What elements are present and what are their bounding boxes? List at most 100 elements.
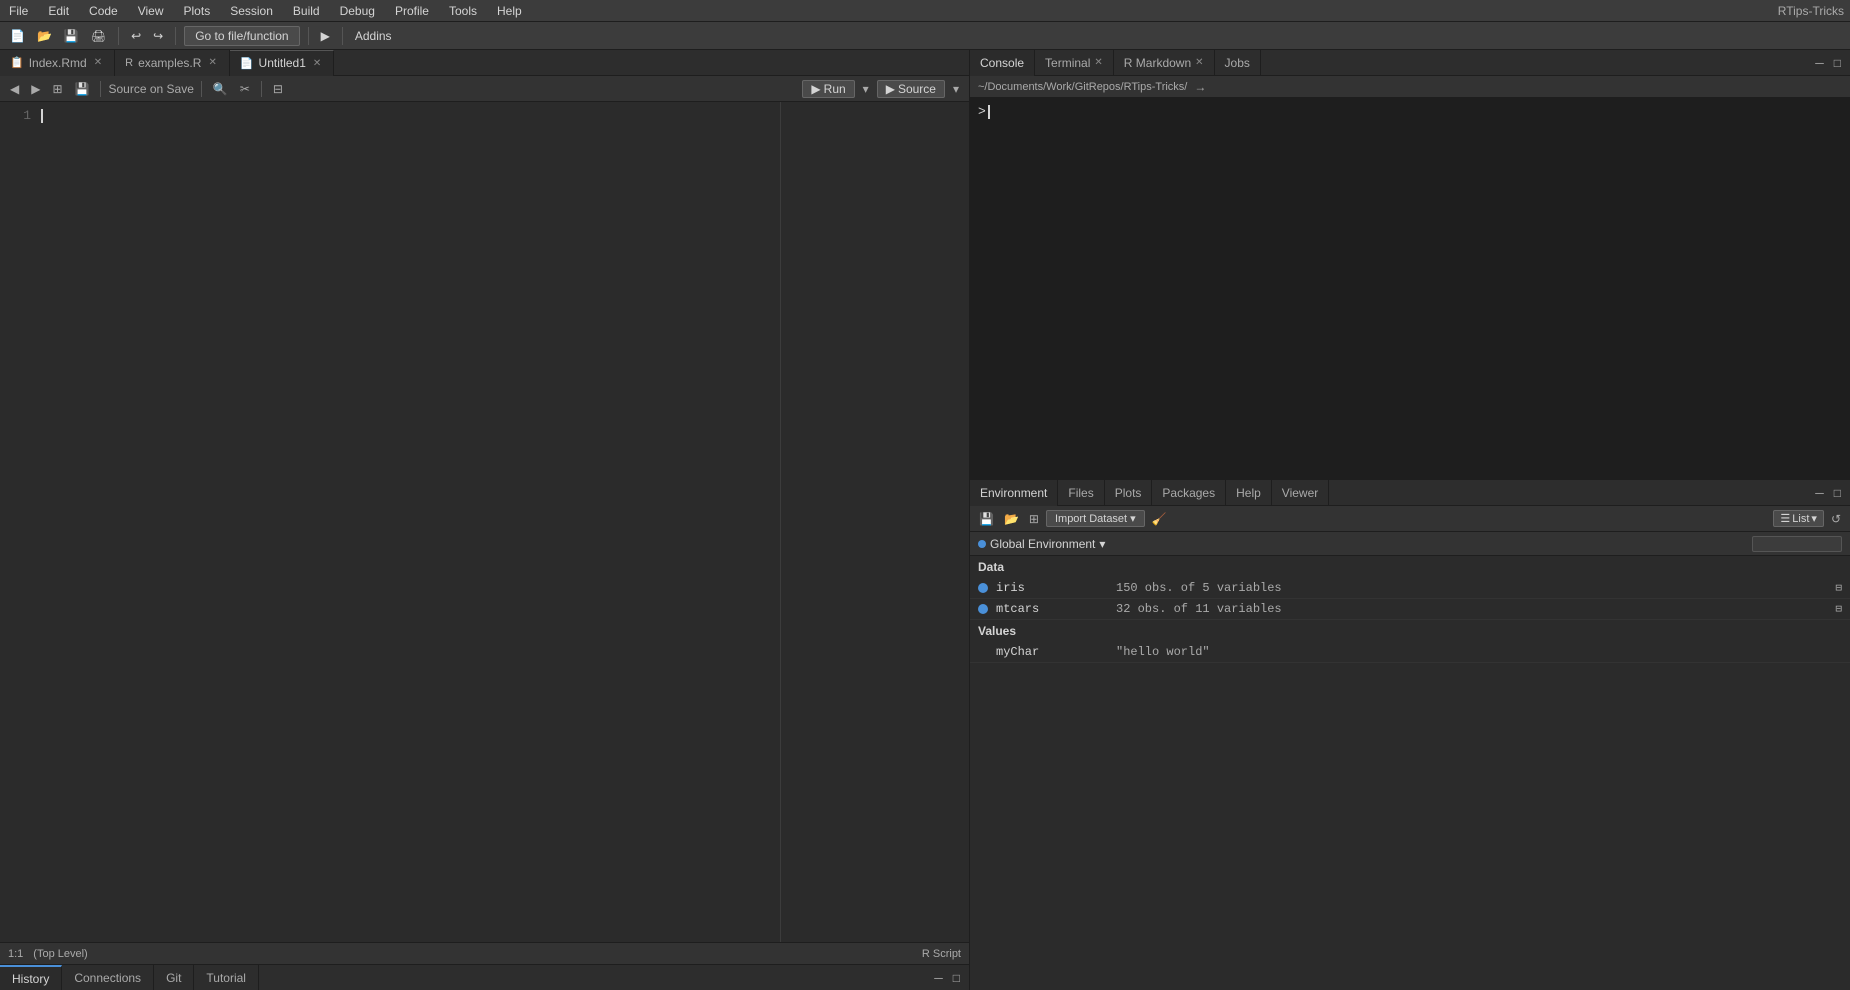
btab-history[interactable]: History <box>0 965 62 990</box>
bottom-tab-bar: History Connections Git Tutorial ─ □ <box>0 964 969 990</box>
env-search-input[interactable] <box>1752 536 1842 552</box>
menu-bar: File Edit Code View Plots Session Build … <box>0 0 1850 22</box>
find-btn[interactable]: 🔍 <box>209 81 232 97</box>
back-btn[interactable]: ◀ <box>6 81 23 97</box>
tab-examples-r[interactable]: R examples.R ✕ <box>115 50 230 76</box>
menu-view[interactable]: View <box>135 4 167 18</box>
menu-edit[interactable]: Edit <box>45 4 72 18</box>
new-file-btn[interactable]: 📄 <box>6 27 29 45</box>
ctab-console[interactable]: Console <box>970 50 1035 76</box>
env-refresh-btn[interactable]: ↺ <box>1828 511 1844 527</box>
btab-connections[interactable]: Connections <box>62 965 154 990</box>
untitled-icon: 📄 <box>240 57 254 70</box>
ctab-rmarkdown-label: R Markdown <box>1124 56 1191 70</box>
source-on-save-label[interactable]: Source on Save <box>108 82 193 96</box>
etab-files[interactable]: Files <box>1058 480 1104 506</box>
menu-build[interactable]: Build <box>290 4 323 18</box>
text-cursor <box>41 109 43 123</box>
env-maximize-btn[interactable]: □ <box>1831 485 1844 501</box>
menu-file[interactable]: File <box>6 4 31 18</box>
run-dropdown-btn[interactable]: ▾ <box>859 81 873 97</box>
main-toolbar: 📄 📂 💾 🖨 ↩ ↪ Go to file/function ▶ Addins <box>0 22 1850 50</box>
ctab-rmarkdown[interactable]: R Markdown ✕ <box>1114 50 1215 76</box>
env-minimize-btn[interactable]: ─ <box>1812 485 1827 501</box>
menu-plots[interactable]: Plots <box>181 4 214 18</box>
menu-profile[interactable]: Profile <box>392 4 432 18</box>
compile-btn[interactable]: ⊟ <box>269 81 287 97</box>
env-content: Data iris 150 obs. of 5 variables ⊟ mtca… <box>970 556 1850 990</box>
etab-viewer[interactable]: Viewer <box>1272 480 1329 506</box>
import-dataset-btn[interactable]: Import Dataset ▾ <box>1046 510 1145 527</box>
ctab-terminal-close[interactable]: ✕ <box>1094 57 1102 68</box>
tab-examples-close[interactable]: ✕ <box>206 57 218 68</box>
addins-btn[interactable]: Addins <box>351 27 396 45</box>
console-path-link[interactable]: → <box>1191 79 1209 95</box>
save-file-btn[interactable]: 💾 <box>71 81 94 97</box>
global-env-dropdown-icon[interactable]: ▾ <box>1099 537 1105 551</box>
menu-session[interactable]: Session <box>227 4 276 18</box>
editor-split-line <box>780 102 781 942</box>
rtips-label: RTips-Tricks <box>1778 4 1844 18</box>
console-path: ~/Documents/Work/GitRepos/RTips-Tricks/ <box>978 81 1187 93</box>
source-dropdown-btn[interactable]: ▾ <box>949 81 963 97</box>
console-content[interactable]: > <box>970 98 1850 479</box>
save-btn[interactable]: 💾 <box>60 27 83 45</box>
btab-git[interactable]: Git <box>154 965 194 990</box>
env-row-mtcars[interactable]: mtcars 32 obs. of 11 variables ⊟ <box>970 599 1850 620</box>
env-row-iris[interactable]: iris 150 obs. of 5 variables ⊟ <box>970 578 1850 599</box>
tab-untitled1-close[interactable]: ✕ <box>311 58 323 69</box>
forward-btn[interactable]: ▶ <box>27 81 44 97</box>
show-in-new-window-btn[interactable]: ⊞ <box>48 81 66 97</box>
source-btn[interactable]: ▶ Source <box>877 80 945 98</box>
btab-tutorial[interactable]: Tutorial <box>194 965 259 990</box>
console-tab-actions: ─ □ <box>1812 55 1850 71</box>
menu-debug[interactable]: Debug <box>337 4 378 18</box>
tab-untitled1[interactable]: 📄 Untitled1 ✕ <box>230 50 334 76</box>
console-path-bar: ~/Documents/Work/GitRepos/RTips-Tricks/ … <box>970 76 1850 98</box>
run-btn[interactable]: ▶ Run <box>802 80 854 98</box>
mtcars-table-icon[interactable]: ⊟ <box>1835 602 1842 616</box>
ctab-terminal[interactable]: Terminal ✕ <box>1035 50 1114 76</box>
env-save-btn[interactable]: 💾 <box>976 511 997 527</box>
go-to-file-btn[interactable]: Go to file/function <box>184 26 299 46</box>
btab-minimize-btn[interactable]: ─ <box>931 970 946 986</box>
etab-packages[interactable]: Packages <box>1152 480 1226 506</box>
list-view-btn[interactable]: ☰ List ▾ <box>1773 510 1824 527</box>
etab-help[interactable]: Help <box>1226 480 1272 506</box>
code-content[interactable] <box>35 102 969 942</box>
console-minimize-btn[interactable]: ─ <box>1812 55 1827 71</box>
menu-code[interactable]: Code <box>86 4 121 18</box>
btab-history-label: History <box>12 972 49 986</box>
env-broom-btn[interactable]: 🧹 <box>1149 511 1170 527</box>
print-btn[interactable]: 🖨 <box>87 27 110 45</box>
etab-plots[interactable]: Plots <box>1105 480 1153 506</box>
open-btn[interactable]: 📂 <box>33 27 56 45</box>
menu-tools[interactable]: Tools <box>446 4 480 18</box>
run-source-group: ▶ Run ▾ ▶ Source ▾ <box>802 80 963 98</box>
ctab-jobs-label: Jobs <box>1225 56 1250 70</box>
code-tools-btn[interactable]: ✂ <box>236 81 254 97</box>
ctab-jobs[interactable]: Jobs <box>1215 50 1261 76</box>
undo-btn[interactable]: ↩ <box>127 27 145 45</box>
btab-git-label: Git <box>166 971 181 985</box>
iris-name: iris <box>996 581 1116 595</box>
tab-index-rmd[interactable]: 📋 Index.Rmd ✕ <box>0 50 115 76</box>
etab-plots-label: Plots <box>1115 486 1142 500</box>
ctab-rmarkdown-close[interactable]: ✕ <box>1195 57 1203 68</box>
env-row-mychar[interactable]: myChar "hello world" <box>970 642 1850 663</box>
env-open-btn[interactable]: 📂 <box>1001 511 1022 527</box>
global-env-dot <box>978 540 986 548</box>
iris-dot <box>978 583 988 593</box>
redo-btn[interactable]: ↪ <box>149 27 167 45</box>
iris-table-icon[interactable]: ⊟ <box>1835 581 1842 595</box>
run-all-btn[interactable]: ▶ <box>317 27 334 45</box>
btab-maximize-btn[interactable]: □ <box>950 970 963 986</box>
btab-actions: ─ □ <box>931 970 969 986</box>
env-grid-btn[interactable]: ⊞ <box>1026 511 1042 527</box>
menu-help[interactable]: Help <box>494 4 525 18</box>
line-numbers: 1 <box>0 102 35 942</box>
console-maximize-btn[interactable]: □ <box>1831 55 1844 71</box>
tab-index-rmd-close[interactable]: ✕ <box>92 57 104 68</box>
main-layout: 📋 Index.Rmd ✕ R examples.R ✕ 📄 Untitled1… <box>0 50 1850 990</box>
etab-environment[interactable]: Environment <box>970 480 1058 506</box>
